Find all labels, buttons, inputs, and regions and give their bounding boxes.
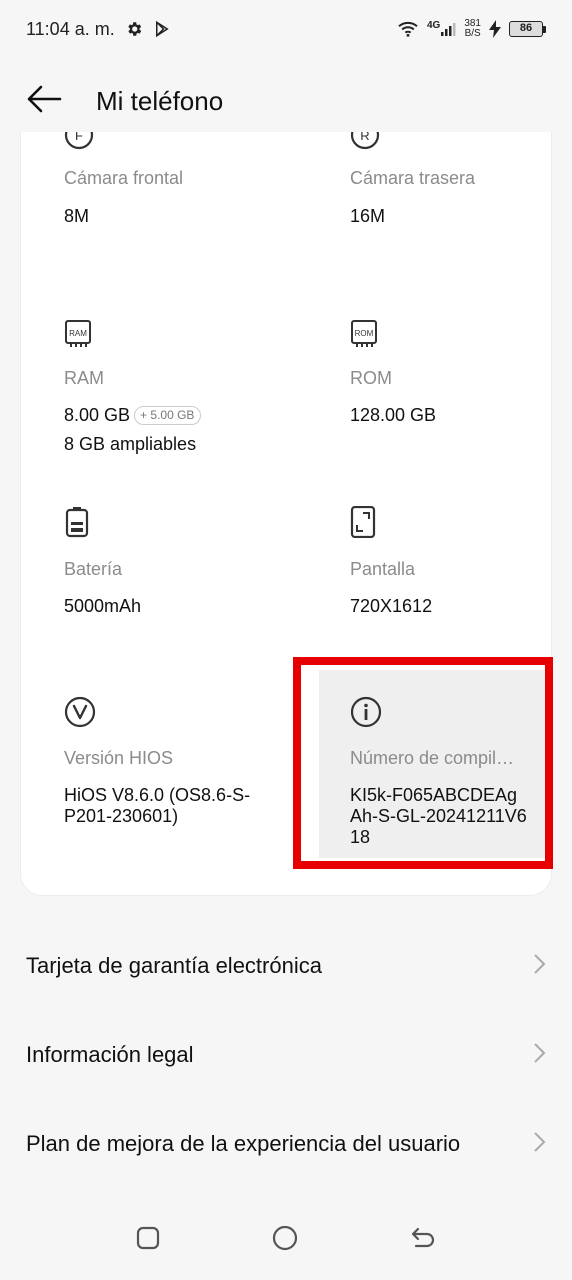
ram-value: 8.00 GB [64, 405, 131, 425]
ram-extension-note: 8 GB ampliables [64, 434, 197, 454]
spec-value: 8.00 GB + 5.00 GB [64, 405, 304, 426]
spec-label: ROM [350, 368, 392, 388]
spec-label: Versión HIOS [64, 748, 174, 768]
spec-rom: ROM ROM 128.00 GB [350, 318, 551, 468]
spec-label: Número de compil… [350, 748, 515, 768]
list-item-improvement-plan[interactable]: Plan de mejora de la experiencia del usu… [0, 1100, 572, 1188]
rear-camera-icon: R [350, 132, 380, 155]
page-title: Mi teléfono [96, 85, 224, 116]
list-item-label: Tarjeta de garantía electrónica [26, 953, 322, 978]
wifi-icon [397, 20, 419, 38]
settings-icon [125, 20, 143, 38]
chevron-right-icon [532, 953, 546, 980]
network-type: 4G [426, 20, 441, 31]
spec-label: RAM [64, 368, 104, 388]
battery-icon: 86 [509, 21, 546, 37]
list-item-legal[interactable]: Información legal [0, 1011, 572, 1099]
spec-value: HiOS V8.6.0 (OS8.6-S-P201-230601) [64, 785, 251, 826]
ram-chip-icon: RAM [64, 318, 92, 353]
specs-card: F Cámara frontal 8M R Cámara trasera 16M… [20, 132, 552, 896]
arrow-left-icon [26, 84, 62, 119]
info-icon [350, 696, 382, 733]
status-time: 11:04 a. m. [26, 18, 115, 39]
rom-chip-icon: ROM [350, 318, 378, 353]
home-button[interactable] [271, 1224, 299, 1257]
svg-text:F: F [75, 132, 83, 143]
spec-label: Pantalla [350, 559, 416, 579]
spec-label: Cámara frontal [64, 168, 184, 188]
battery-icon [64, 506, 90, 543]
back-button[interactable] [0, 70, 90, 132]
spec-rear-camera: R Cámara trasera 16M [350, 132, 551, 250]
status-bar: 11:04 a. m. 4G 381 B/S 86 [0, 0, 572, 58]
spec-label: Batería [64, 559, 123, 579]
spec-value: 720X1612 [350, 596, 433, 616]
list-item-label: Plan de mejora de la experiencia del usu… [26, 1131, 461, 1156]
screen-icon [350, 505, 376, 543]
spec-hios-version: Versión HIOS HiOS V8.6.0 (OS8.6-S-P201-2… [64, 696, 314, 846]
play-store-icon [153, 20, 171, 38]
system-nav-bar [0, 1200, 572, 1280]
app-header: Mi teléfono [0, 70, 572, 132]
spec-front-camera: F Cámara frontal 8M [64, 132, 314, 250]
signal-icon: 4G [427, 21, 456, 37]
list-item-label: Información legal [26, 1042, 194, 1067]
spec-value: 16M [350, 206, 386, 226]
svg-text:ROM: ROM [355, 329, 374, 338]
chevron-right-icon [532, 1131, 546, 1158]
front-camera-icon: F [64, 132, 94, 155]
spec-screen: Pantalla 720X1612 [350, 505, 551, 636]
nav-back-button[interactable] [409, 1225, 437, 1256]
spec-label: Cámara trasera [350, 168, 476, 188]
network-speed: 381 B/S [464, 18, 481, 39]
spec-value: 5000mAh [64, 596, 142, 616]
list-item-warranty[interactable]: Tarjeta de garantía electrónica [0, 922, 572, 1010]
spec-ram: RAM RAM 8.00 GB + 5.00 GB 8 GB ampliables [64, 318, 314, 468]
spec-value: 8M [64, 206, 90, 226]
spec-build-number[interactable]: Número de compil… KI5k-F065ABCDEAgAh-S-G… [350, 696, 551, 856]
spec-value: KI5k-F065ABCDEAgAh-S-GL-20241211V618 [350, 785, 527, 847]
version-icon [64, 696, 96, 733]
spec-value: 128.00 GB [350, 405, 437, 425]
spec-battery: Batería 5000mAh [64, 506, 314, 636]
svg-text:RAM: RAM [69, 329, 87, 338]
ram-extension-badge: + 5.00 GB [134, 406, 202, 425]
svg-text:R: R [360, 132, 369, 143]
chevron-right-icon [532, 1042, 546, 1069]
recents-button[interactable] [135, 1225, 161, 1256]
charging-icon [489, 20, 501, 38]
